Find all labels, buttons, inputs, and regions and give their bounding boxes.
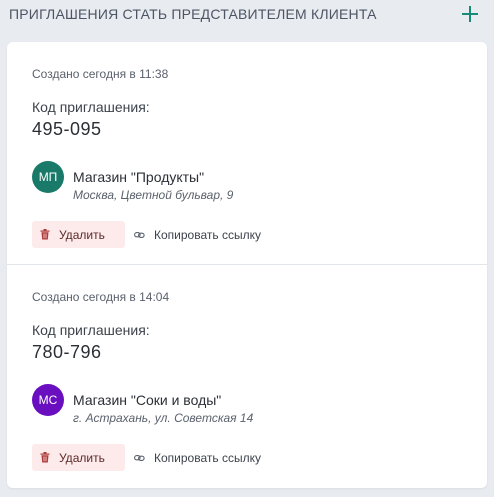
trash-icon [40,229,50,240]
delete-button[interactable]: Удалить [32,444,125,471]
delete-button-label: Удалить [59,227,105,242]
add-invitation-button[interactable] [458,2,482,26]
store-address: г. Астрахань, ул. Советская 14 [73,411,254,425]
invitation-card: Создано сегодня в 11:38 Код приглашения:… [7,42,487,264]
page-header: ПРИГЛАШЕНИЯ СТАТЬ ПРЕДСТАВИТЕЛЕМ КЛИЕНТА [0,0,494,34]
delete-button[interactable]: Удалить [32,221,125,248]
invitation-code-label: Код приглашения: [32,322,150,338]
page-title: ПРИГЛАШЕНИЯ СТАТЬ ПРЕДСТАВИТЕЛЕМ КЛИЕНТА [9,6,377,22]
invitation-code-label: Код приглашения: [32,99,150,115]
invitation-card: Создано сегодня в 14:04 Код приглашения:… [7,264,487,486]
link-icon [134,454,145,461]
copy-link-label: Копировать ссылку [154,450,261,465]
trash-icon [40,452,50,463]
store-avatar: МП [32,161,64,193]
copy-link-label: Копировать ссылку [154,227,261,242]
created-time: Создано сегодня в 14:04 [32,290,170,304]
invitations-panel: Создано сегодня в 11:38 Код приглашения:… [7,42,487,488]
store-name: Магазин "Соки и воды" [73,392,222,408]
invitation-code: 495-095 [32,119,102,139]
plus-icon [462,6,478,22]
store-avatar: МС [32,384,64,416]
invitation-code: 780-796 [32,342,102,362]
store-address: Москва, Цветной бульвар, 9 [73,188,234,202]
store-name: Магазин "Продукты" [73,169,205,185]
created-time: Создано сегодня в 11:38 [32,67,169,81]
copy-link-button[interactable]: Копировать ссылку [134,444,261,471]
copy-link-button[interactable]: Копировать ссылку [134,221,261,248]
delete-button-label: Удалить [59,450,105,465]
link-icon [134,231,145,238]
